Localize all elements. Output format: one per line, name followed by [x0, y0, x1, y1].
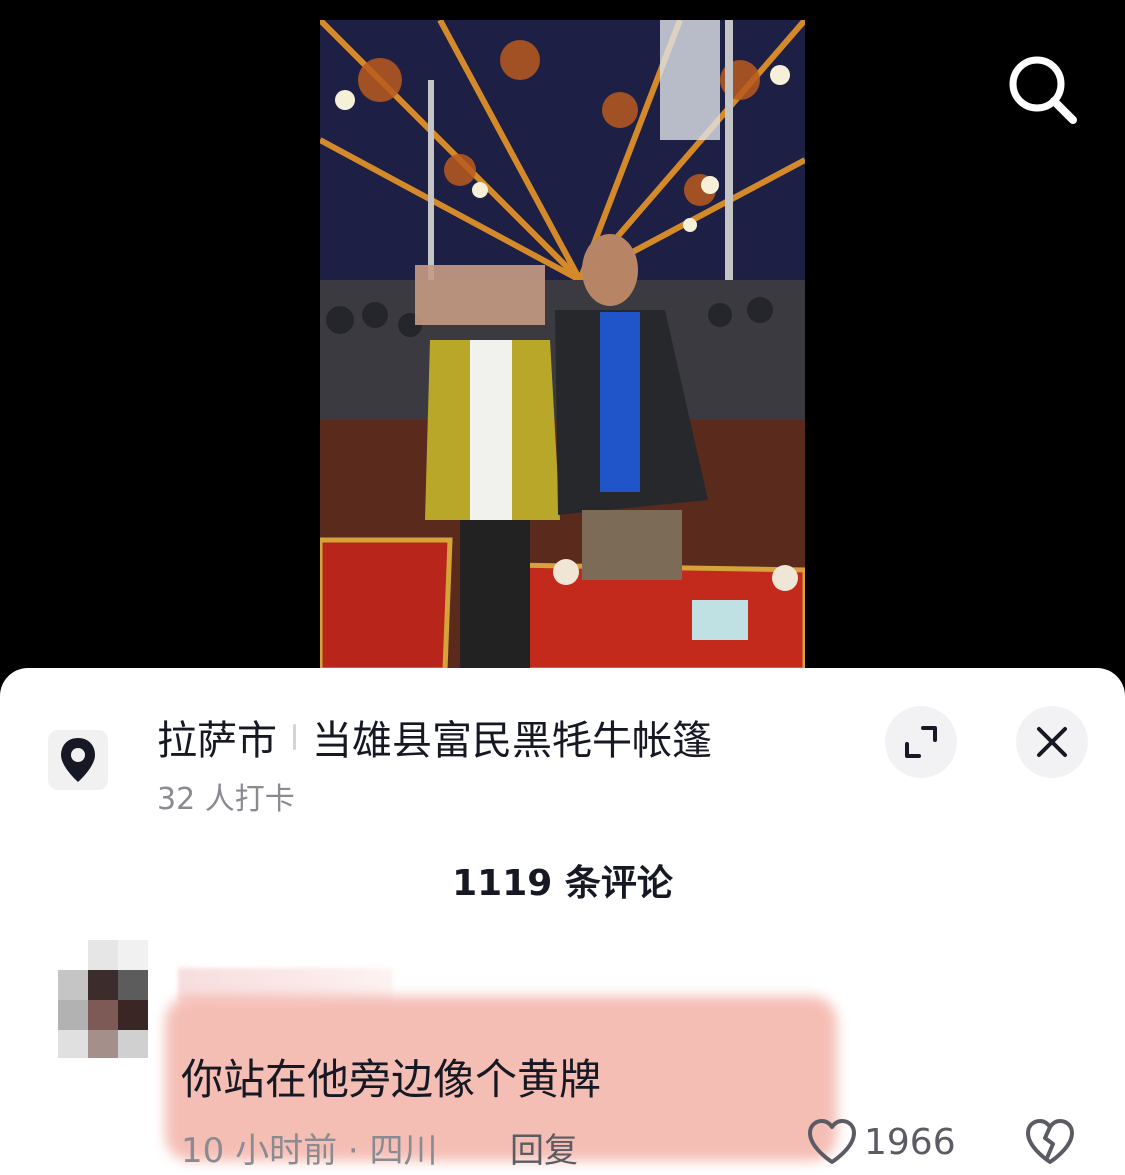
- avatar[interactable]: [58, 940, 150, 1058]
- comment-sheet: 拉萨市 当雄县富民黑牦牛帐篷 32 人打卡 1119 条评论 你站在他旁边像个黄…: [0, 668, 1125, 1175]
- expand-icon: [905, 726, 937, 758]
- expand-button[interactable]: [885, 706, 957, 778]
- comment-count: 1119 条评论: [452, 863, 673, 904]
- location-title[interactable]: 拉萨市 当雄县富民黑牦牛帐篷: [157, 708, 712, 766]
- video-player[interactable]: [0, 0, 1125, 700]
- comment-time-region: 10 小时前 · 四川: [181, 1131, 438, 1171]
- like-button[interactable]: 1966: [806, 1118, 956, 1166]
- location-icon-box[interactable]: [48, 730, 108, 790]
- reply-button[interactable]: 回复: [510, 1123, 578, 1172]
- close-icon: [1037, 727, 1067, 757]
- dislike-button[interactable]: [1024, 1118, 1076, 1170]
- close-button[interactable]: [1016, 706, 1088, 778]
- heart-outline-icon: [808, 1119, 856, 1164]
- location-divider: [293, 724, 296, 750]
- location-pin-icon: [61, 738, 95, 782]
- avatar-pixelated: [58, 940, 148, 1058]
- comment-text: 你站在他旁边像个黄牌: [181, 1055, 602, 1104]
- search-button[interactable]: [1005, 52, 1080, 127]
- search-icon: [1009, 56, 1077, 124]
- video-frame-photo: [320, 20, 805, 670]
- location-checkins: 32 人打卡: [157, 782, 295, 817]
- photo-illustration: [320, 20, 805, 670]
- location-city: 拉萨市: [157, 718, 277, 764]
- location-name: 当雄县富民黑牦牛帐篷: [312, 718, 712, 764]
- like-count: 1966: [864, 1121, 956, 1163]
- broken-heart-icon: [1026, 1119, 1074, 1164]
